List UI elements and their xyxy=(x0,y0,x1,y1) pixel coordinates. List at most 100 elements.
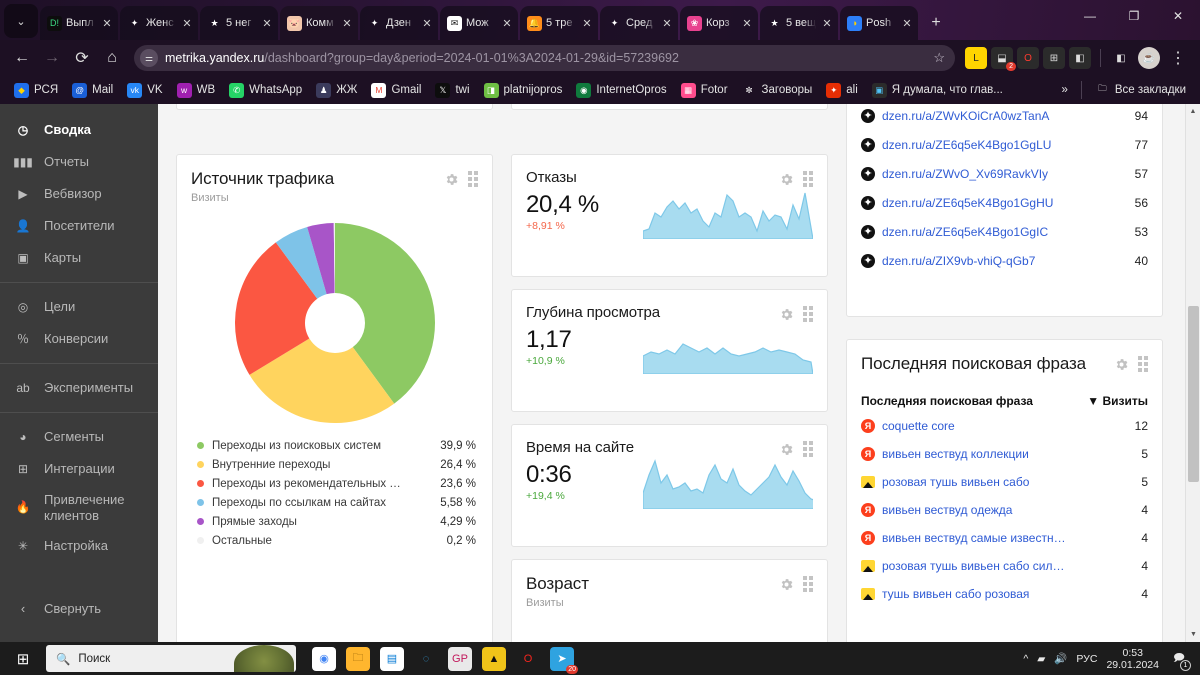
notification-icon[interactable]: 🗩 1 xyxy=(1168,648,1191,671)
browser-tab[interactable]: ✦ Дзен ✕ xyxy=(360,6,438,40)
bookmark-item[interactable]: w WB xyxy=(171,81,222,100)
tab-close-button[interactable]: ✕ xyxy=(580,17,594,30)
gear-icon[interactable] xyxy=(779,442,794,457)
taskbar-search-input[interactable]: 🔍 Поиск xyxy=(46,645,296,672)
bookmark-item[interactable]: @ Mail xyxy=(66,81,119,100)
sidebar-item-percent[interactable]: ％ Конверсии xyxy=(0,323,158,355)
sidepanel-button[interactable]: ◧ xyxy=(1069,47,1091,69)
search-phrase-row[interactable]: Яcoquette core 12 xyxy=(847,412,1162,440)
tab-close-button[interactable]: ✕ xyxy=(740,17,754,30)
search-phrase-text[interactable]: тушь вивьен сабо розовая xyxy=(882,587,1141,601)
file-explorer-icon[interactable]: 🗀 xyxy=(346,646,370,671)
browser-tab[interactable]: ❀ Корз ✕ xyxy=(680,6,758,40)
sidebar-collapse-button[interactable]: ‹ Свернуть xyxy=(0,592,158,624)
address-bar[interactable]: ⚌ metrika.yandex.ru/dashboard?group=day&… xyxy=(134,45,955,71)
tab-close-button[interactable]: ✕ xyxy=(180,17,194,30)
search-phrase-row[interactable]: Явивьен вествуд самые известн… 4 xyxy=(847,524,1162,552)
dzen-link-row[interactable]: dzen.ru/a/ZE6q5eK4Bgo1GgIC53 xyxy=(847,217,1162,246)
search-phrase-text[interactable]: розовая тушь вивьен сабо сил… xyxy=(882,559,1141,573)
browser-tab[interactable]: 🐷 Комм ✕ xyxy=(280,6,358,40)
legend-item[interactable]: Переходы из рекомендательных … 23,6 % xyxy=(197,474,476,493)
new-visitors-summary-card[interactable]: Новые посетители 1 656 xyxy=(511,104,828,110)
dzen-link-url[interactable]: dzen.ru/a/ZIX9vb-vhiQ-qGb7 xyxy=(882,254,1135,268)
opera-taskbar-icon[interactable]: O xyxy=(516,647,540,671)
browser-tab[interactable]: ◑ Posh ✕ xyxy=(840,6,918,40)
gear-icon[interactable] xyxy=(779,172,794,187)
browser-tab[interactable]: 🔔 5 тре ✕ xyxy=(520,6,598,40)
bookmark-item[interactable]: M Gmail xyxy=(365,81,427,100)
maximize-button[interactable]: ❐ xyxy=(1112,0,1156,32)
sidebar-item-layout[interactable]: ▣ Карты xyxy=(0,242,158,274)
bookmark-item[interactable]: ◉ InternetOpros xyxy=(570,81,672,100)
reload-button[interactable]: ⟳ xyxy=(68,44,96,72)
grip-icon[interactable] xyxy=(468,171,478,187)
site-settings-icon[interactable]: ⚌ xyxy=(140,49,158,67)
search-phrase-row[interactable]: розовая тушь вивьен сабо сил… 4 xyxy=(847,552,1162,580)
bounce-rate-widget[interactable]: Отказы 20,4 % +8,91 % xyxy=(511,154,828,277)
search-phrase-text[interactable]: вивьен вествуд одежда xyxy=(882,503,1141,517)
edge-taskbar-icon[interactable]: ◌ xyxy=(414,647,438,671)
minimize-button[interactable]: — xyxy=(1068,0,1112,32)
bookmark-item[interactable]: ▣ Я думала, что глав... xyxy=(866,81,1009,100)
bookmark-item[interactable]: 𝕏twi xyxy=(429,81,475,100)
sidebar-item-target[interactable]: ◎ Цели xyxy=(0,291,158,323)
grip-icon[interactable] xyxy=(803,441,813,457)
dzen-link-row[interactable]: dzen.ru/a/ZIX9vb-vhiQ-qGb740 xyxy=(847,246,1162,275)
back-button[interactable]: ← xyxy=(8,44,36,72)
legend-item[interactable]: Внутренние переходы 26,4 % xyxy=(197,455,476,474)
grip-icon[interactable] xyxy=(803,306,813,322)
bookmark-star-icon[interactable]: ☆ xyxy=(933,50,945,66)
bookmark-item[interactable]: ◆ РСЯ xyxy=(8,81,64,100)
gear-icon[interactable] xyxy=(444,172,459,187)
all-bookmarks-button[interactable]: 🗀 Все закладки xyxy=(1089,81,1192,100)
dzen-links-widget[interactable]: dzen.ru/a/ZWvKOiCrA0wzTanA94dzen.ru/a/ZE… xyxy=(846,104,1163,317)
puzzle-extensions[interactable]: ⊞ xyxy=(1043,47,1065,69)
page-scrollbar[interactable]: ▲ ▼ xyxy=(1185,104,1200,642)
tab-close-button[interactable]: ✕ xyxy=(340,17,354,30)
dzen-link-row[interactable]: dzen.ru/a/ZE6q5eK4Bgo1GgHU56 xyxy=(847,188,1162,217)
gp-app-icon[interactable]: GP xyxy=(448,646,472,671)
sidebar-item-flame[interactable]: 🔥 Привлечение клиентов xyxy=(0,485,158,530)
tab-close-button[interactable]: ✕ xyxy=(420,17,434,30)
legend-item[interactable]: Переходы из поисковых систем 39,9 % xyxy=(197,436,476,455)
scroll-down-arrow[interactable]: ▼ xyxy=(1186,627,1200,642)
search-phrase-row[interactable]: Явивьен вествуд одежда 4 xyxy=(847,496,1162,524)
bookmark-item[interactable]: ♟ ЖЖ xyxy=(310,81,363,100)
profile-avatar[interactable]: ☕ xyxy=(1138,47,1160,69)
legend-item[interactable]: Переходы по ссылкам на сайтах 5,58 % xyxy=(197,493,476,512)
tray-chevron-icon[interactable]: ^ xyxy=(1023,653,1028,665)
browser-tab[interactable]: ✦ Сред ✕ xyxy=(600,6,678,40)
tab-close-button[interactable]: ✕ xyxy=(820,17,834,30)
search-phrase-row[interactable]: розовая тушь вивьен сабо 5 xyxy=(847,468,1162,496)
dzen-link-url[interactable]: dzen.ru/a/ZE6q5eK4Bgo1GgHU xyxy=(882,196,1135,210)
gear-icon[interactable] xyxy=(779,577,794,592)
forward-button[interactable]: → xyxy=(38,44,66,72)
search-phrase-row[interactable]: тушь вивьен сабо розовая 4 xyxy=(847,580,1162,608)
sidebar-item-gear[interactable]: ✳ Настройка xyxy=(0,530,158,562)
gear-icon[interactable] xyxy=(779,307,794,322)
browser-tab[interactable]: D! Выпл ✕ xyxy=(40,6,118,40)
tab-close-button[interactable]: ✕ xyxy=(100,17,114,30)
browser-tab[interactable]: ★ 5 вещ ✕ xyxy=(760,6,838,40)
side-panel-button[interactable]: ◧ xyxy=(1110,47,1132,69)
home-button[interactable]: ⌂ xyxy=(98,44,126,72)
sidebar-item-ab-test[interactable]: ab Эксперименты xyxy=(0,372,158,404)
tab-close-button[interactable]: ✕ xyxy=(260,17,274,30)
search-phrase-text[interactable]: розовая тушь вивьен сабо xyxy=(882,475,1141,489)
search-phrase-text[interactable]: вивьен вествуд самые известн… xyxy=(882,531,1141,545)
chrome-menu-button[interactable]: ⋮ xyxy=(1164,44,1192,72)
saver-extension[interactable]: ⬓ 2 xyxy=(991,47,1016,71)
col-phrase-label[interactable]: Последняя поисковая фраза xyxy=(861,394,1087,408)
sidebar-item-speedometer[interactable]: ◷ Сводка xyxy=(0,114,158,146)
dzen-link-url[interactable]: dzen.ru/a/ZE6q5eK4Bgo1GgLU xyxy=(882,138,1135,152)
tab-close-button[interactable]: ✕ xyxy=(900,17,914,30)
grip-icon[interactable] xyxy=(1138,356,1148,372)
scrollbar-thumb[interactable] xyxy=(1188,306,1199,482)
browser-tab[interactable]: ✦ Женс ✕ xyxy=(120,6,198,40)
scroll-up-arrow[interactable]: ▲ xyxy=(1186,104,1200,119)
grip-icon[interactable] xyxy=(803,576,813,592)
gear-icon[interactable] xyxy=(1114,357,1129,372)
language-indicator[interactable]: РУС xyxy=(1076,653,1097,665)
bookmark-item[interactable]: ▦ Fotor xyxy=(675,81,734,100)
wifi-icon[interactable]: ▰ xyxy=(1037,653,1045,665)
